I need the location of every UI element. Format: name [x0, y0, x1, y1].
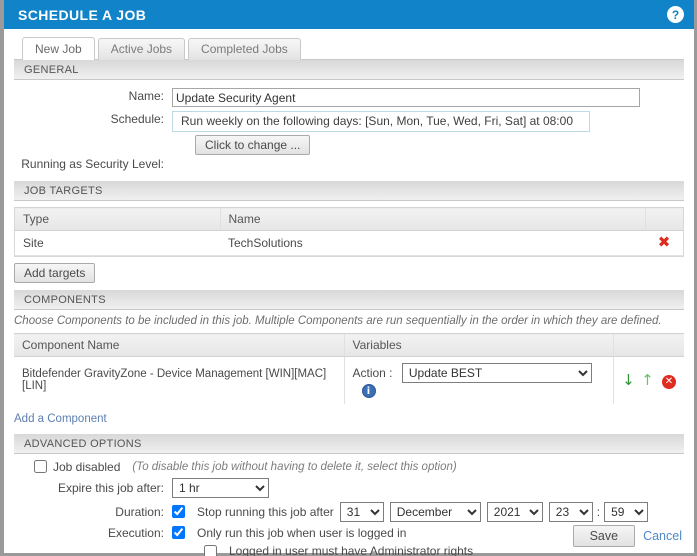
help-icon[interactable]: ? [667, 6, 684, 23]
page-title: SCHEDULE A JOB [18, 7, 146, 23]
execution-text: Only run this job when user is logged in [197, 526, 406, 540]
col-name: Name [220, 208, 645, 231]
click-to-change-button[interactable]: Click to change ... [195, 135, 310, 155]
info-icon[interactable]: i [362, 384, 376, 398]
security-level-row: Running as Security Level: [14, 157, 684, 172]
col-component-actions [614, 334, 684, 357]
admin-rights-checkbox[interactable] [204, 545, 217, 556]
schedule-label: Schedule: [14, 111, 172, 127]
job-disabled-checkbox[interactable] [34, 460, 47, 473]
name-row: Name: [14, 88, 684, 107]
move-up-icon[interactable]: ↑ [641, 371, 654, 389]
tab-bar: New Job Active Jobs Completed Jobs [4, 34, 694, 60]
job-disabled-note: (To disable this job without having to d… [132, 461, 456, 473]
section-components-header: COMPONENTS [14, 290, 684, 310]
component-actions-cell: ↓ ↑ ✕ [614, 357, 684, 404]
remove-component-icon[interactable]: ✕ [662, 375, 676, 389]
day-select[interactable]: 31 [340, 502, 384, 522]
minute-select[interactable]: 59 [604, 502, 648, 522]
execution-label: Execution: [14, 526, 172, 540]
year-select[interactable]: 2021 [487, 502, 543, 522]
duration-label: Duration: [14, 505, 172, 519]
table-header-row: Type Name [15, 208, 683, 231]
target-type: Site [15, 231, 220, 256]
footer-actions: Save Cancel [573, 525, 682, 547]
table-header-row: Component Name Variables [14, 334, 684, 357]
action-select[interactable]: Update BEST [402, 363, 592, 383]
job-disabled-row: Job disabled (To disable this job withou… [14, 460, 684, 474]
schedule-summary: Run weekly on the following days: [Sun, … [172, 111, 590, 132]
duration-row: Duration: Stop running this job after 31… [14, 502, 684, 522]
expire-select[interactable]: 1 hr [172, 478, 269, 498]
schedule-control: Run weekly on the following days: [Sun, … [172, 111, 590, 155]
hour-select[interactable]: 23 [549, 502, 593, 522]
col-type: Type [15, 208, 220, 231]
target-name: TechSolutions [220, 231, 645, 256]
section-general-header: GENERAL [14, 60, 684, 80]
components-hint: Choose Components to be included in this… [14, 315, 684, 327]
table-row: Bitdefender GravityZone - Device Managem… [14, 357, 684, 404]
execution-checkbox[interactable] [172, 526, 185, 539]
cancel-button[interactable]: Cancel [643, 529, 682, 543]
save-button[interactable]: Save [573, 525, 636, 547]
expire-label: Expire this job after: [14, 481, 172, 495]
duration-text: Stop running this job after [197, 505, 334, 519]
duration-checkbox[interactable] [172, 505, 185, 518]
add-targets-button[interactable]: Add targets [14, 263, 95, 283]
schedule-row: Schedule: Run weekly on the following da… [14, 111, 684, 155]
name-label: Name: [14, 88, 172, 104]
components-table: Component Name Variables Bitdefender Gra… [14, 333, 684, 404]
time-separator: : [597, 505, 600, 519]
job-disabled-label: Job disabled [53, 460, 120, 474]
month-select[interactable]: December [390, 502, 481, 522]
variable-label: Action : [353, 366, 393, 380]
section-job-targets-header: JOB TARGETS [14, 181, 684, 201]
tab-completed-jobs[interactable]: Completed Jobs [188, 38, 301, 60]
schedule-job-window: SCHEDULE A JOB ? New Job Active Jobs Com… [0, 0, 697, 556]
component-variables-cell: Action : Update BEST i [344, 357, 614, 404]
component-name: Bitdefender GravityZone - Device Managem… [14, 357, 344, 404]
admin-rights-label: Logged in user must have Administrator r… [229, 543, 473, 556]
section-advanced-options-header: ADVANCED OPTIONS [14, 434, 684, 454]
components-table-wrap: Component Name Variables Bitdefender Gra… [14, 333, 684, 404]
name-input[interactable] [172, 88, 640, 107]
remove-target-icon[interactable]: ✖ [658, 233, 671, 251]
add-component-wrap: Add a Component [14, 411, 684, 425]
tab-new-job[interactable]: New Job [22, 37, 95, 60]
col-actions [645, 208, 683, 231]
expire-row: Expire this job after: 1 hr [14, 478, 684, 498]
security-level-label: Running as Security Level: [14, 157, 172, 172]
table-row: Site TechSolutions ✖ [15, 231, 683, 256]
general-form: Name: Schedule: Run weekly on the follow… [4, 80, 694, 172]
move-down-icon[interactable]: ↓ [622, 371, 635, 389]
job-targets-table: Type Name Site TechSolutions ✖ [15, 207, 683, 256]
window-title-bar: SCHEDULE A JOB ? [4, 0, 694, 29]
tab-active-jobs[interactable]: Active Jobs [98, 38, 185, 60]
add-component-link[interactable]: Add a Component [14, 413, 107, 425]
col-variables: Variables [344, 334, 614, 357]
col-component-name: Component Name [14, 334, 344, 357]
add-targets-wrap: Add targets [14, 263, 684, 283]
job-targets-table-wrap: Type Name Site TechSolutions ✖ [14, 207, 684, 257]
